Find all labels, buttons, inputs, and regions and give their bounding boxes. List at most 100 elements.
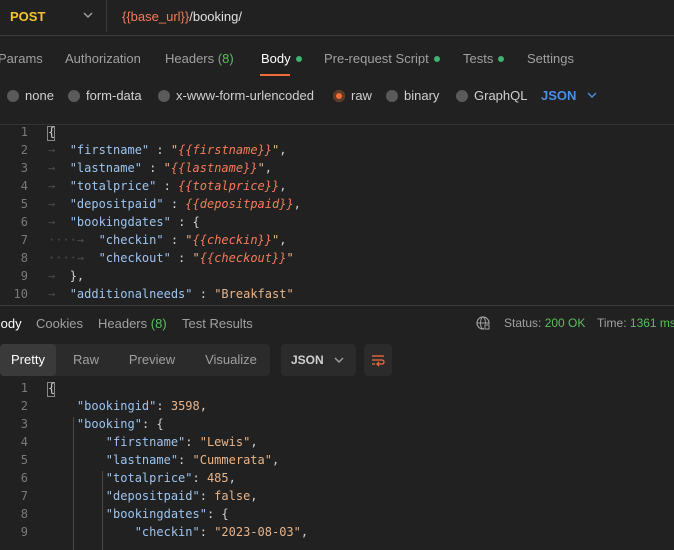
- wrap-lines-button[interactable]: [364, 344, 392, 376]
- line-number: 9: [20, 269, 28, 283]
- code-text: → "additionalneeds" : "Breakfast": [48, 287, 294, 300]
- view-pretty-button[interactable]: Pretty: [0, 344, 56, 376]
- code-text: → "totalprice" : {{totalprice}},: [48, 179, 286, 193]
- whitespace-marker: →: [48, 215, 70, 229]
- code-text: → "depositpaid" : {{depositpaid}},: [48, 197, 301, 211]
- code-line: 5 "lastname": "Cummerata",: [0, 453, 674, 471]
- line-number: 6: [20, 471, 28, 485]
- code-text: "checkin": "2023-08-03",: [48, 525, 308, 539]
- code-token: "bookingid": [76, 399, 157, 413]
- code-token: :: [178, 453, 193, 467]
- code-token: :: [156, 179, 179, 193]
- code-token: ": [192, 251, 200, 265]
- tab-params[interactable]: Params: [0, 51, 43, 66]
- body-format-select[interactable]: JSON: [541, 88, 576, 103]
- code-line: 7 "depositpaid": false,: [0, 489, 674, 507]
- code-token: "depositpaid": [69, 197, 164, 211]
- code-token: {: [48, 125, 56, 139]
- code-text: ····→ "checkout" : "{{checkout}}": [48, 251, 294, 265]
- code-token: "Cummerata": [192, 453, 272, 467]
- code-token: ,: [300, 525, 309, 539]
- view-preview-button[interactable]: Preview: [118, 344, 186, 376]
- radio-form-data[interactable]: form-data: [68, 88, 142, 103]
- code-line: 10 → "additionalneeds" : "Breakfast": [0, 287, 674, 300]
- whitespace-marker: →: [48, 269, 70, 283]
- code-token: "totalprice": [105, 471, 193, 485]
- code-token: "lastname": [105, 453, 179, 467]
- tab-authorization[interactable]: Authorization: [65, 51, 141, 66]
- code-token: ,: [199, 399, 207, 413]
- code-token: :: [149, 143, 171, 157]
- line-number: 1: [20, 381, 28, 395]
- tab-cookies[interactable]: Cookies: [36, 316, 83, 331]
- whitespace-marker: [48, 471, 106, 485]
- code-token: "booking": [76, 417, 142, 431]
- code-token: "firstname": [105, 435, 186, 449]
- radio-graphql[interactable]: GraphQL: [456, 88, 527, 103]
- url-input[interactable]: {{base_url}}/booking/: [122, 9, 242, 24]
- response-format-select[interactable]: JSON: [281, 344, 356, 376]
- code-token: "checkin": [134, 525, 200, 539]
- code-line: 2 "bookingid": 3598,: [0, 399, 674, 417]
- code-token: :: [156, 399, 171, 413]
- method-selector[interactable]: POST: [0, 0, 107, 32]
- code-token: "firstname": [69, 143, 150, 157]
- whitespace-marker: →: [48, 161, 70, 175]
- tab-response-body[interactable]: Body: [0, 316, 22, 331]
- line-number: 10: [13, 287, 28, 300]
- code-line: 4 → "totalprice" : {{totalprice}},: [0, 179, 674, 197]
- tab-pre-request-script[interactable]: Pre-request Script: [324, 51, 440, 66]
- code-token: ,: [264, 161, 273, 175]
- code-token: "checkin": [98, 233, 164, 247]
- code-token: "bookingdates": [69, 215, 171, 229]
- code-text: ····→ "checkin" : "{{checkin}}",: [48, 233, 286, 247]
- code-text: → },: [48, 269, 84, 283]
- code-token: "lastname": [69, 161, 142, 175]
- status-dot-icon: [433, 55, 440, 62]
- code-token: :: [163, 233, 186, 247]
- radio-selected-icon: [333, 89, 345, 102]
- code-line: 1{: [0, 381, 674, 399]
- line-number: 3: [20, 417, 28, 431]
- request-body-editor[interactable]: 1{2 → "firstname" : "{{firstname}}", 3 → "l…: [0, 124, 674, 300]
- whitespace-marker: [48, 489, 106, 503]
- code-token: {{totalprice}}: [178, 179, 280, 193]
- tab-headers[interactable]: Headers (8): [165, 51, 234, 66]
- whitespace-marker: →: [48, 197, 70, 211]
- line-number: 4: [20, 435, 28, 449]
- radio-none[interactable]: none: [7, 88, 54, 103]
- code-line: 3 "booking": {: [0, 417, 674, 435]
- view-raw-button[interactable]: Raw: [58, 344, 114, 376]
- radio-icon: [456, 89, 468, 102]
- code-token: :: [185, 435, 200, 449]
- code-line: 5 → "depositpaid" : {{depositpaid}},: [0, 197, 674, 215]
- tab-test-results[interactable]: Test Results: [182, 316, 253, 331]
- radio-icon: [68, 89, 80, 102]
- status-dot-icon: [295, 55, 302, 62]
- tab-body[interactable]: Body: [261, 51, 302, 66]
- code-line: 7 ····→ "checkin" : "{{checkin}}",: [0, 233, 674, 251]
- tab-response-headers[interactable]: Headers (8): [98, 316, 167, 331]
- line-number: 8: [20, 507, 28, 521]
- code-token: :: [170, 251, 193, 265]
- globe-icon[interactable]: [475, 315, 491, 331]
- radio-binary[interactable]: binary: [386, 88, 439, 103]
- line-number: 8: [20, 251, 28, 265]
- tab-tests[interactable]: Tests: [463, 51, 505, 66]
- code-token: :: [199, 525, 215, 539]
- chevron-down-icon: [334, 357, 344, 363]
- code-token: :: [192, 471, 207, 485]
- chevron-down-icon: [587, 92, 597, 98]
- whitespace-marker: [48, 507, 106, 521]
- code-line: 9 "checkin": "2023-08-03",: [0, 525, 674, 543]
- response-body-viewer[interactable]: 1{2 "bookingid": 3598, 3 "booking": {4 "f…: [0, 381, 674, 550]
- view-visualize-button[interactable]: Visualize: [192, 344, 270, 376]
- radio-raw[interactable]: raw: [333, 88, 372, 103]
- tab-settings[interactable]: Settings: [527, 51, 574, 66]
- url-path: /booking/: [189, 9, 242, 24]
- url-bar: POST {{base_url}}/booking/: [0, 0, 674, 36]
- whitespace-marker: [48, 525, 135, 539]
- radio-x-www-form-urlencoded[interactable]: x-www-form-urlencoded: [158, 88, 314, 103]
- code-token: :: [199, 489, 215, 503]
- code-token: ,: [250, 489, 258, 503]
